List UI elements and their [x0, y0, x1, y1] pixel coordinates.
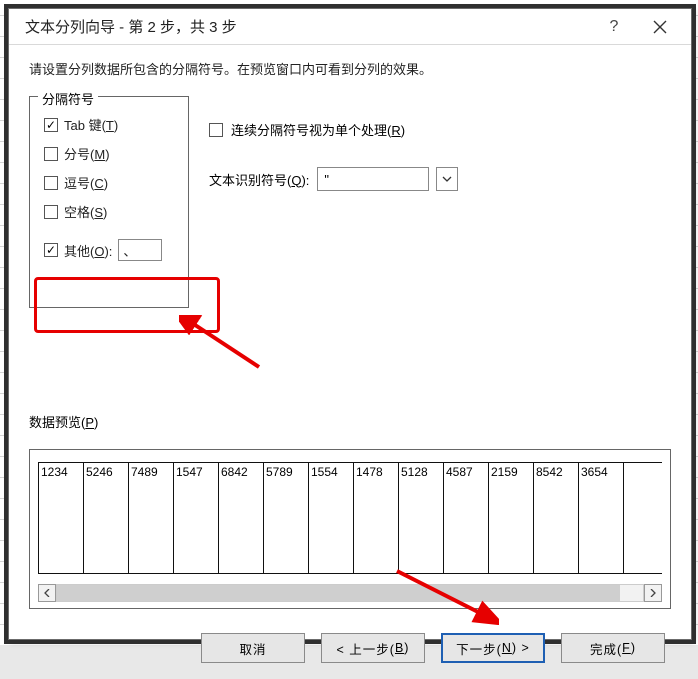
text-qualifier-label: 文本识别符号(Q):	[209, 170, 309, 189]
checkbox-label: 分号(M)	[64, 144, 110, 163]
checkbox-label: 其他(O):	[64, 241, 112, 260]
titlebar: 文本分列向导 - 第 2 步，共 3 步 ?	[9, 9, 691, 45]
checkbox-icon	[44, 205, 58, 219]
preview-grid: 1234 5246 7489 1547 6842 5789 1554 1478 …	[38, 462, 662, 574]
scroll-left-button[interactable]	[38, 584, 56, 602]
preview-col: 5128	[399, 463, 444, 573]
checkbox-label: 空格(S)	[64, 202, 107, 221]
scroll-track[interactable]	[56, 584, 644, 602]
checkbox-icon	[44, 147, 58, 161]
scroll-right-button[interactable]	[644, 584, 662, 602]
cancel-button[interactable]: 取消	[201, 633, 305, 663]
preview-label: 数据预览(P)	[29, 412, 671, 431]
checkbox-comma[interactable]: 逗号(C)	[44, 173, 174, 192]
delimiters-group: 分隔符号 Tab 键(T) 分号(M) 逗号(C) 空格(S)	[29, 96, 189, 308]
preview-col: 6842	[219, 463, 264, 573]
back-button[interactable]: < 上一步(B)	[321, 633, 425, 663]
checkbox-label: Tab 键(T)	[64, 115, 118, 134]
scroll-thumb[interactable]	[57, 585, 620, 601]
preview-col: 3654	[579, 463, 624, 573]
checkbox-label: 逗号(C)	[64, 173, 108, 192]
preview-col: 4587	[444, 463, 489, 573]
text-qualifier-input[interactable]: "	[317, 167, 429, 191]
checkbox-space[interactable]: 空格(S)	[44, 202, 174, 221]
text-qualifier-dropdown[interactable]	[436, 167, 458, 191]
checkbox-icon	[44, 118, 58, 132]
checkbox-tab[interactable]: Tab 键(T)	[44, 115, 174, 134]
help-button[interactable]: ?	[591, 12, 637, 42]
chevron-left-icon	[43, 589, 51, 597]
button-row: 取消 < 上一步(B) 下一步(N) > 完成(F)	[29, 633, 671, 663]
preview-col: 1478	[354, 463, 399, 573]
chevron-down-icon	[442, 174, 452, 184]
text-to-columns-wizard-dialog: 文本分列向导 - 第 2 步，共 3 步 ? 请设置分列数据所包含的分隔符号。在…	[8, 8, 692, 640]
preview-col: 5246	[84, 463, 129, 573]
checkbox-icon	[44, 243, 58, 257]
checkbox-other[interactable]: 其他(O): 、	[44, 239, 174, 261]
close-button[interactable]	[637, 12, 683, 42]
checkbox-icon	[44, 176, 58, 190]
horizontal-scrollbar[interactable]	[38, 584, 662, 602]
dialog-title: 文本分列向导 - 第 2 步，共 3 步	[25, 16, 591, 37]
chevron-right-icon	[649, 589, 657, 597]
other-delimiter-input[interactable]: 、	[118, 239, 162, 261]
checkbox-consecutive[interactable]	[209, 123, 223, 137]
preview-col: 1547	[174, 463, 219, 573]
close-icon	[653, 20, 667, 34]
instruction-text: 请设置分列数据所包含的分隔符号。在预览窗口内可看到分列的效果。	[29, 59, 671, 78]
preview-col: 2159	[489, 463, 534, 573]
consecutive-label: 连续分隔符号视为单个处理(R)	[231, 120, 405, 139]
annotation-arrow-left	[179, 315, 269, 375]
spreadsheet-background: 文本分列向导 - 第 2 步，共 3 步 ? 请设置分列数据所包含的分隔符号。在…	[0, 0, 698, 645]
preview-col: 7489	[129, 463, 174, 573]
delimiters-legend: 分隔符号	[38, 89, 98, 108]
preview-col: 5789	[264, 463, 309, 573]
checkbox-semicolon[interactable]: 分号(M)	[44, 144, 174, 163]
preview-box: 1234 5246 7489 1547 6842 5789 1554 1478 …	[29, 449, 671, 609]
finish-button[interactable]: 完成(F)	[561, 633, 665, 663]
preview-col: 8542	[534, 463, 579, 573]
preview-col: 1554	[309, 463, 354, 573]
preview-col: 1234	[39, 463, 84, 573]
next-button[interactable]: 下一步(N) >	[441, 633, 545, 663]
